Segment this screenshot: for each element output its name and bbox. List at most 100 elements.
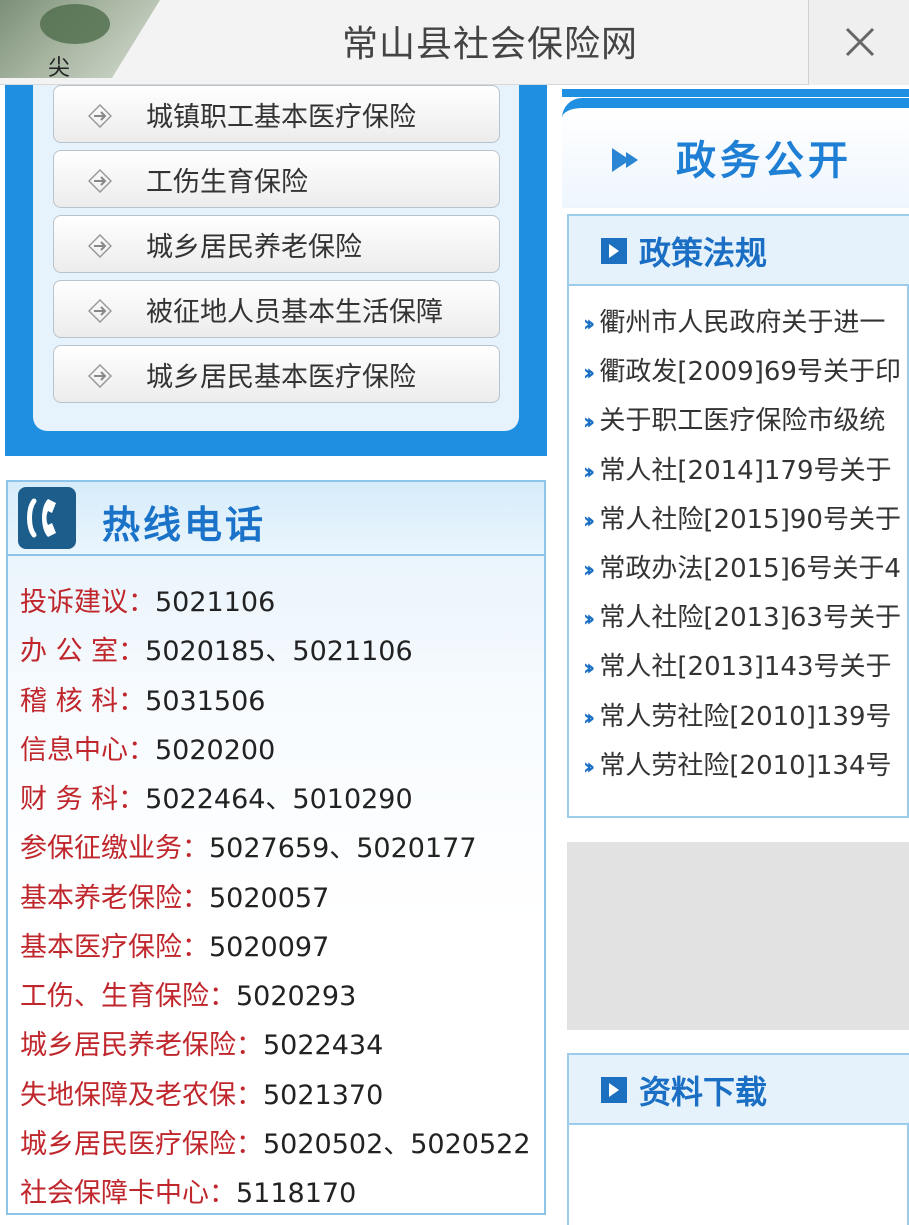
double-chevron-icon: ›› (583, 705, 595, 731)
downloads-title[interactable]: 资料下载 (639, 1067, 767, 1113)
menu-item-land-acquired-security[interactable]: 被征地人员基本生活保障 (53, 280, 500, 338)
menu-item-resident-medical[interactable]: 城乡居民基本医疗保险 (53, 345, 500, 403)
policy-link-text: 常人社险[2013]63号关于 (599, 603, 901, 634)
hotline-key: 基本养老保险： (20, 883, 209, 914)
hotline-row: 工伤、生育保险：5020293 (20, 974, 356, 1013)
hotline-row: 城乡居民医疗保险：5020502、5020522 (20, 1122, 531, 1161)
hotline-number: 5020057 (209, 883, 330, 914)
hotline-key: 财 务 科： (20, 784, 146, 815)
policy-link-text: 常人劳社险[2010]134号 (599, 750, 892, 781)
policy-link-text: 常政办法[2015]6号关于4 (599, 553, 901, 584)
menu-item-label: 城乡居民基本医疗保险 (146, 362, 416, 393)
hotline-row: 参保征缴业务：5027659、5020177 (20, 826, 477, 865)
hotline-key: 信息中心： (20, 735, 155, 766)
downloads-header: 资料下载 (569, 1055, 909, 1125)
hotline-title: 热线电话 (102, 503, 267, 547)
hotline-row: 城乡居民养老保险：5022434 (20, 1023, 383, 1062)
gov-affairs-banner[interactable]: 政务公开 (562, 98, 909, 208)
hotline-number: 5022434 (263, 1030, 384, 1061)
section-arrow-icon (601, 238, 627, 264)
policy-link-text: 常人社[2013]143号关于 (599, 652, 892, 683)
circle-arrow-icon (88, 299, 112, 323)
downloads-box: 资料下载 (567, 1053, 909, 1225)
hotline-number: 5021370 (263, 1080, 384, 1111)
double-chevron-icon: ›› (583, 754, 595, 780)
policy-list: ›› 衢州市人民政府关于进一 ›› 衢政发[2009]69号关于印 ›› 关于职… (583, 302, 909, 794)
policy-link[interactable]: ›› 常政办法[2015]6号关于4 (583, 548, 909, 597)
right-top-strip (562, 85, 909, 97)
policy-link[interactable]: ›› 常人社险[2015]90号关于 (583, 499, 909, 548)
menu-item-work-injury-maternity[interactable]: 工伤生育保险 (53, 150, 500, 208)
policy-link[interactable]: ›› 常人社[2013]143号关于 (583, 646, 909, 695)
policy-link[interactable]: ›› 常人劳社险[2010]139号 (583, 696, 909, 745)
policy-link-text: 衢政发[2009]69号关于印 (599, 357, 901, 388)
thumbnail-blob (40, 4, 110, 44)
tab-thumbnail[interactable]: 尖 (0, 0, 160, 78)
hotline-number: 5031506 (145, 686, 266, 717)
browser-top-bar: 尖 常山县社会保险网 (0, 0, 909, 85)
hotline-row: 社会保障卡中心：5118170 (20, 1171, 356, 1210)
policy-link[interactable]: ›› 衢州市人民政府关于进一 (583, 302, 909, 351)
menu-item-urban-employee-medical[interactable]: 城镇职工基本医疗保险 (53, 85, 500, 143)
policy-link-text: 常人社险[2015]90号关于 (599, 504, 901, 535)
policy-header: 政策法规 (569, 216, 909, 286)
insurance-menu: 城镇职工基本医疗保险 工伤生育保险 城乡居民养老保险 被征地人员基本生活保障 城… (33, 85, 519, 431)
hotline-row: 失地保障及老农保：5021370 (20, 1073, 383, 1112)
hotline-key: 城乡居民医疗保险： (20, 1129, 263, 1160)
hotline-number: 5027659、5020177 (209, 833, 477, 864)
hotline-row: 投诉建议：5021106 (20, 580, 275, 619)
circle-arrow-icon (88, 234, 112, 258)
double-chevron-icon: ›› (583, 607, 595, 633)
hotline-number: 5021106 (155, 587, 276, 618)
hotline-row: 信息中心：5020200 (20, 728, 275, 767)
circle-arrow-icon (88, 364, 112, 388)
policy-link[interactable]: ›› 常人社险[2013]63号关于 (583, 597, 909, 646)
policy-link[interactable]: ›› 衢政发[2009]69号关于印 (583, 351, 909, 400)
menu-item-label: 城乡居民养老保险 (146, 232, 362, 263)
double-chevron-icon: ›› (583, 459, 595, 485)
policy-link-text: 常人社[2014]179号关于 (599, 455, 892, 486)
hotline-key: 社会保障卡中心： (20, 1178, 236, 1209)
policy-link[interactable]: ›› 常人劳社险[2010]134号 (583, 745, 909, 794)
hotline-key: 参保征缴业务： (20, 833, 209, 864)
menu-item-resident-pension[interactable]: 城乡居民养老保险 (53, 215, 500, 273)
hotline-key: 工伤、生育保险： (20, 981, 236, 1012)
phone-icon (18, 487, 76, 549)
hotline-number: 5020502、5020522 (263, 1129, 531, 1160)
circle-arrow-icon (88, 104, 112, 128)
double-chevron-icon: ›› (583, 557, 595, 583)
hotline-panel: 热线电话 投诉建议：5021106 办 公 室：5020185、5021106 … (6, 480, 546, 1215)
policy-box: 政策法规 ›› 衢州市人民政府关于进一 ›› 衢政发[2009]69号关于印 ›… (567, 214, 909, 818)
image-placeholder (567, 842, 909, 1030)
policy-link[interactable]: ›› 关于职工医疗保险市级统 (583, 400, 909, 449)
hotline-key: 失地保障及老农保： (20, 1080, 263, 1111)
close-button[interactable] (808, 0, 909, 85)
hotline-number: 5020185、5021106 (145, 636, 413, 667)
hotline-number: 5020293 (236, 981, 357, 1012)
insurance-menu-panel: 城镇职工基本医疗保险 工伤生育保险 城乡居民养老保险 被征地人员基本生活保障 城… (5, 85, 547, 456)
hotline-key: 基本医疗保险： (20, 932, 209, 963)
hotline-key: 投诉建议： (20, 587, 155, 618)
double-chevron-icon: ›› (583, 508, 595, 534)
hotline-row: 办 公 室：5020185、5021106 (20, 629, 413, 668)
play-arrow-icon (626, 152, 638, 168)
hotline-row: 财 务 科：5022464、5010290 (20, 777, 413, 816)
circle-arrow-icon (88, 169, 112, 193)
hotline-key: 城乡居民养老保险： (20, 1030, 263, 1061)
gov-affairs-title: 政务公开 (676, 138, 852, 184)
policy-link-text: 常人劳社险[2010]139号 (599, 701, 892, 732)
hotline-header: 热线电话 (8, 482, 544, 556)
hotline-row: 稽 核 科：5031506 (20, 679, 265, 718)
policy-title[interactable]: 政策法规 (639, 228, 767, 274)
hotline-number: 5020200 (155, 735, 276, 766)
hotline-row: 基本医疗保险：5020097 (20, 925, 329, 964)
hotline-key: 办 公 室： (20, 636, 146, 667)
hotline-number: 5020097 (209, 932, 330, 963)
hotline-key: 稽 核 科： (20, 686, 146, 717)
hotline-row: 基本养老保险：5020057 (20, 876, 329, 915)
double-chevron-icon: ›› (583, 410, 595, 436)
double-chevron-icon: ›› (583, 312, 595, 337)
double-chevron-icon: ›› (583, 656, 595, 682)
policy-link[interactable]: ›› 常人社[2014]179号关于 (583, 450, 909, 499)
hotline-number: 5118170 (236, 1178, 357, 1209)
